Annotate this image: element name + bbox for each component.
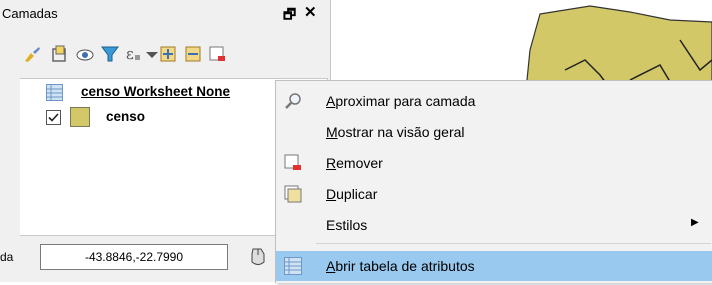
menu-item-label: Aproximar para camada	[326, 93, 476, 109]
coordinate-label: da	[0, 250, 14, 264]
checkmark-icon	[48, 113, 59, 122]
visibility-eye-icon[interactable]	[75, 44, 95, 64]
close-panel-icon[interactable]: ✕	[304, 3, 317, 21]
layer-visibility-checkbox[interactable]	[46, 110, 61, 125]
add-group-icon[interactable]	[50, 44, 70, 64]
panel-titlebar: Camadas 🗗 ✕	[0, 0, 330, 28]
float-panel-icon[interactable]: 🗗	[283, 4, 296, 28]
remove-layer-icon[interactable]	[207, 44, 227, 64]
layer-context-menu: Aproximar para camada Mostrar na visão g…	[275, 80, 712, 283]
table-icon	[284, 257, 302, 275]
menu-item-show-in-overview[interactable]: Mostrar na visão geral	[276, 117, 712, 147]
expand-all-icon[interactable]	[158, 44, 178, 64]
svg-text:ε: ε	[126, 45, 134, 63]
filter-expression-icon[interactable]: ε	[124, 44, 144, 64]
table-icon	[46, 84, 63, 101]
panel-title: Camadas	[2, 6, 58, 21]
menu-item-remove[interactable]: Remover	[276, 148, 712, 178]
menu-separator	[316, 243, 711, 244]
collapse-all-icon[interactable]	[183, 44, 203, 64]
polygon-layer-swatch	[70, 107, 90, 127]
submenu-arrow-icon: ▶	[691, 217, 699, 228]
layer-item-censo[interactable]: censo	[46, 107, 246, 129]
duplicate-layer-icon	[284, 185, 302, 203]
layer-label: censo Worksheet None	[81, 84, 231, 99]
menu-item-label: Estilos	[326, 217, 368, 233]
menu-item-open-attribute-table[interactable]: Abrir tabela de atributos	[276, 251, 712, 281]
menu-item-duplicate[interactable]: Duplicar	[276, 179, 712, 209]
menu-item-zoom-to-layer[interactable]: Aproximar para camada	[276, 86, 712, 116]
layers-toolbar: ε	[0, 28, 330, 76]
menu-item-label: Duplicar	[326, 186, 378, 202]
zoom-icon	[285, 93, 301, 109]
menu-item-label: Remover	[326, 155, 383, 171]
layer-item-censo-worksheet[interactable]: censo Worksheet None	[46, 83, 290, 103]
style-brush-icon[interactable]	[22, 44, 42, 64]
filter-icon[interactable]	[100, 44, 120, 64]
toggle-extents-mouse-icon[interactable]	[247, 246, 269, 268]
layer-label: censo	[106, 109, 146, 124]
menu-item-styles[interactable]: Estilos ▶	[276, 210, 712, 240]
menu-item-label: Mostrar na visão geral	[326, 124, 465, 140]
menu-item-label: Abrir tabela de atributos	[326, 258, 475, 274]
remove-layer-icon	[284, 154, 301, 170]
coordinate-field[interactable]: -43.8846,-22.7990	[40, 244, 228, 270]
